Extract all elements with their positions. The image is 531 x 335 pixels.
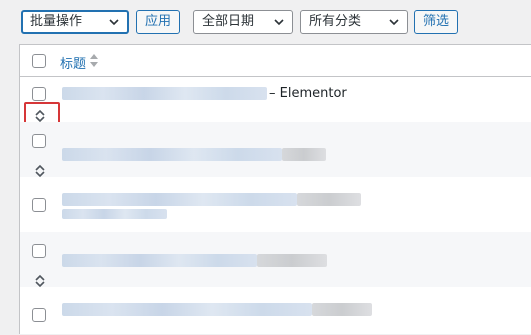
category-filter-select[interactable]: 所有分类 — [300, 10, 408, 34]
table-row — [20, 287, 531, 335]
chevron-down-icon — [274, 19, 284, 26]
date-filter-label: 全部日期 — [202, 14, 255, 29]
bulk-actions-toolbar: 批量操作 应用 全部日期 所有分类 筛选 — [0, 0, 531, 44]
row-checkbox[interactable] — [32, 198, 46, 212]
row-checkbox[interactable] — [32, 244, 46, 258]
table-header: 标题 — [20, 45, 531, 77]
apply-button[interactable]: 应用 — [136, 10, 181, 34]
chevron-down-icon — [109, 19, 119, 26]
column-title-header[interactable]: 标题 — [60, 53, 86, 72]
drag-handle-icon[interactable] — [34, 274, 46, 288]
post-title-link-second-line — [62, 209, 167, 219]
select-all-checkbox[interactable] — [32, 54, 46, 68]
date-filter-select[interactable]: 全部日期 — [193, 10, 293, 34]
table-row — [20, 122, 531, 178]
drag-handle-icon[interactable] — [34, 164, 46, 178]
row-checkbox[interactable] — [32, 308, 46, 322]
sort-arrows-icon[interactable] — [90, 54, 98, 67]
chevron-down-icon — [389, 19, 399, 26]
table-row: – Elementor — [20, 77, 531, 127]
filter-button[interactable]: 筛选 — [414, 10, 459, 34]
category-filter-label: 所有分类 — [309, 14, 362, 29]
table-row — [20, 177, 531, 232]
bulk-actions-label: 批量操作 — [30, 14, 83, 29]
post-title-link-extra — [257, 254, 327, 267]
post-title-link-extra — [297, 193, 361, 206]
post-title-link[interactable] — [62, 193, 297, 206]
posts-table: 标题 – Elementor — [19, 44, 531, 334]
post-title-link[interactable] — [62, 254, 257, 267]
row-checkbox[interactable] — [32, 134, 46, 148]
bulk-actions-select[interactable]: 批量操作 — [21, 10, 129, 34]
post-title-link[interactable] — [62, 148, 282, 161]
row-checkbox[interactable] — [32, 87, 46, 101]
table-row — [20, 232, 531, 288]
post-title-suffix: – Elementor — [269, 86, 347, 101]
post-title-link-extra — [282, 148, 326, 161]
post-title-link[interactable] — [62, 303, 312, 316]
post-title-link[interactable] — [62, 87, 267, 100]
post-title-link-extra — [312, 303, 372, 316]
